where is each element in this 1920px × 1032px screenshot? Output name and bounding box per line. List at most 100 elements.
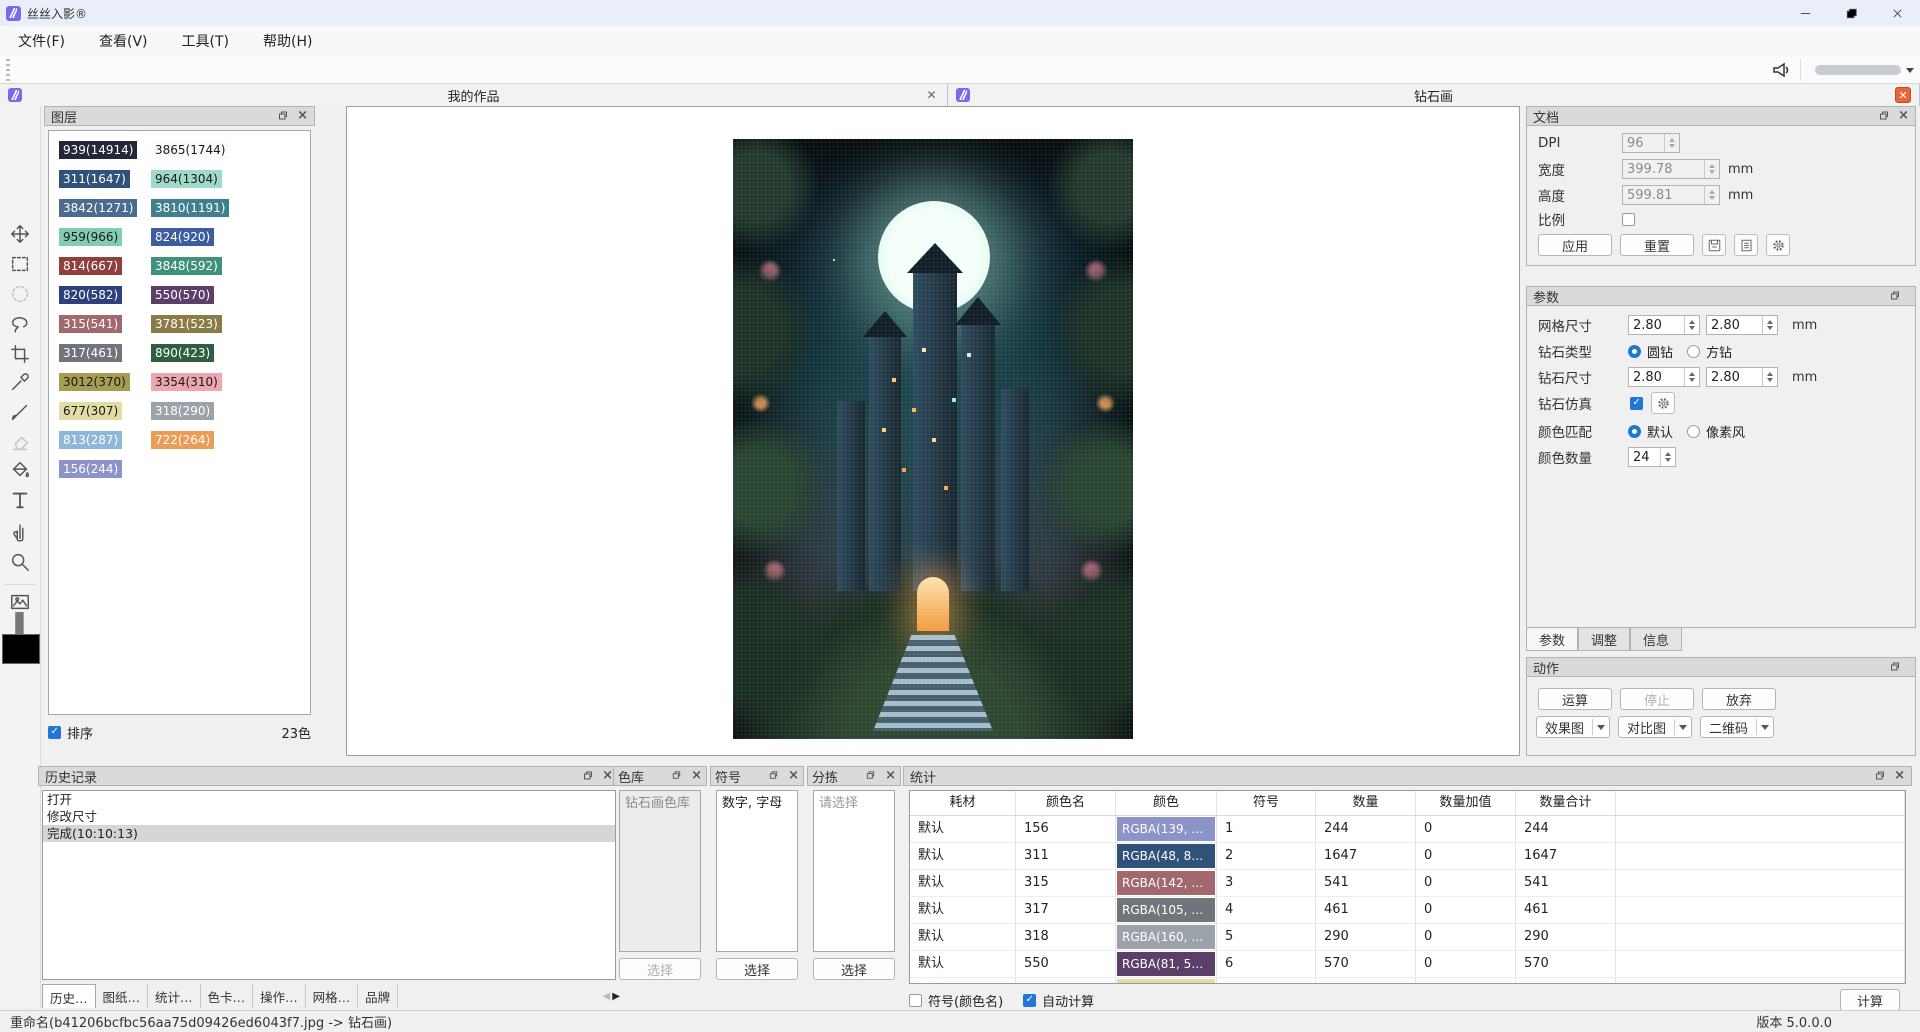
canvas-area[interactable]	[346, 106, 1520, 756]
layer-swatch[interactable]: 311(1647)	[59, 170, 130, 188]
contrast-image-dropdown[interactable]: 对比图	[1618, 716, 1692, 738]
reset-button[interactable]: 重置	[1620, 234, 1694, 256]
layer-swatch[interactable]: 959(966)	[59, 228, 122, 246]
close-panel-icon[interactable]: ×	[691, 770, 702, 782]
history-item[interactable]: 修改尺寸	[43, 808, 615, 825]
announcement-icon[interactable]	[1770, 60, 1792, 80]
history-item[interactable]: 打开	[43, 791, 615, 808]
stats-column-header[interactable]	[1616, 791, 1905, 815]
stats-table-row[interactable]: 默认317RGBA(105, …44610461	[910, 897, 1905, 924]
lasso-tool-icon[interactable]	[8, 312, 32, 336]
list-button[interactable]	[1734, 234, 1758, 256]
zoom-slider[interactable]	[1815, 65, 1901, 75]
float-panel-icon[interactable]	[671, 770, 683, 782]
fill-tool-icon[interactable]	[8, 458, 32, 482]
ellipse-select-tool-icon[interactable]	[8, 282, 32, 306]
close-panel-icon[interactable]: ×	[1894, 770, 1905, 782]
close-panel-icon[interactable]: ×	[602, 770, 613, 782]
ratio-checkbox[interactable]	[1622, 213, 1635, 226]
history-item[interactable]: 完成(10:10:13)	[43, 825, 615, 842]
layer-swatch[interactable]: 3810(1191)	[151, 199, 229, 217]
layer-swatch[interactable]: 317(461)	[59, 344, 122, 362]
tab-my-works[interactable]: 我的作品 ✕	[0, 84, 948, 106]
menu-tools[interactable]: 工具(T)	[172, 28, 239, 54]
symbol-select-button[interactable]: 选择	[716, 958, 798, 980]
diamond-height-spinbox[interactable]: 2.80	[1706, 367, 1778, 387]
layer-swatch[interactable]: 3865(1744)	[151, 141, 229, 159]
float-panel-icon[interactable]	[1874, 770, 1886, 782]
sim-settings-gear-button[interactable]	[1651, 392, 1675, 414]
abandon-button[interactable]: 放弃	[1702, 688, 1776, 710]
dpi-spinbox[interactable]: 96	[1622, 133, 1680, 153]
width-spinbox[interactable]: 399.78	[1622, 159, 1720, 179]
menu-view[interactable]: 查看(V)	[89, 28, 158, 54]
close-panel-icon[interactable]: ×	[885, 770, 896, 782]
grid-height-spinbox[interactable]: 2.80	[1706, 315, 1778, 335]
bottom-dock-tab[interactable]: 品牌	[358, 984, 398, 1008]
stats-table-row[interactable]: 默认318RGBA(160, …52900290	[910, 924, 1905, 951]
rect-select-tool-icon[interactable]	[8, 252, 32, 276]
layer-swatch[interactable]: 3012(370)	[59, 373, 130, 391]
layer-swatch[interactable]: 3848(592)	[151, 257, 222, 275]
bottom-dock-tab[interactable]: 统计…	[148, 984, 201, 1008]
layer-swatch[interactable]: 550(570)	[151, 286, 214, 304]
layer-swatch[interactable]: 964(1304)	[151, 170, 222, 188]
layer-swatch[interactable]: 3354(310)	[151, 373, 222, 391]
foreground-color-swatch[interactable]	[2, 634, 40, 664]
menu-help[interactable]: 帮助(H)	[253, 28, 322, 54]
stats-table-row[interactable]: 默认156RGBA(139, …12440244	[910, 816, 1905, 843]
layer-swatch[interactable]: 722(264)	[151, 431, 214, 449]
bottom-dock-tab[interactable]: 图纸…	[96, 984, 149, 1008]
text-tool-icon[interactable]	[8, 488, 32, 512]
float-panel-icon[interactable]	[582, 770, 594, 782]
tab-diamond-painting[interactable]: 钻石画 ✕	[948, 84, 1920, 106]
float-panel-icon[interactable]	[277, 110, 289, 122]
save-image-button[interactable]	[1702, 234, 1726, 256]
move-tool-icon[interactable]	[8, 222, 32, 246]
apply-button[interactable]: 应用	[1538, 234, 1612, 256]
float-panel-icon[interactable]	[865, 770, 877, 782]
layer-swatch[interactable]: 890(423)	[151, 344, 214, 362]
restore-button[interactable]	[1828, 0, 1874, 26]
sort-checkbox[interactable]	[48, 726, 61, 739]
toolbar-drag-handle[interactable]	[6, 59, 10, 81]
bottom-dock-tab[interactable]: 色卡…	[201, 984, 254, 1008]
colorlib-select-button[interactable]: 选择	[619, 958, 701, 980]
layer-swatch[interactable]: 814(667)	[59, 257, 122, 275]
diamond-sim-checkbox[interactable]	[1630, 397, 1643, 410]
stats-column-header[interactable]: 数量加值	[1416, 791, 1516, 815]
close-button[interactable]	[1874, 0, 1920, 26]
stats-column-header[interactable]: 数量合计	[1516, 791, 1616, 815]
zoom-tool-icon[interactable]	[8, 550, 32, 574]
stats-table-row[interactable]: 默认315RGBA(142, …35410541	[910, 870, 1905, 897]
crop-tool-icon[interactable]	[8, 342, 32, 366]
grid-width-spinbox[interactable]: 2.80	[1628, 315, 1700, 335]
tab-adjust[interactable]: 调整	[1578, 628, 1630, 651]
float-panel-icon[interactable]	[768, 770, 780, 782]
layer-swatch[interactable]: 3781(523)	[151, 315, 222, 333]
run-button[interactable]: 运算	[1538, 688, 1612, 710]
layer-swatch[interactable]: 156(244)	[59, 460, 122, 478]
settings-gear-button[interactable]	[1766, 234, 1790, 256]
calculate-button[interactable]: 计算	[1840, 989, 1900, 1011]
stop-button[interactable]: 停止	[1620, 688, 1694, 710]
close-panel-icon[interactable]: ×	[788, 770, 799, 782]
tab-info[interactable]: 信息	[1630, 628, 1682, 651]
layer-swatch[interactable]: 318(290)	[151, 402, 214, 420]
bottom-dock-tab[interactable]: 历史…	[42, 984, 96, 1008]
scroll-right-icon[interactable]: ▶	[612, 991, 620, 1002]
stats-column-header[interactable]: 颜色名	[1016, 791, 1116, 815]
stats-table-row[interactable]: 默认677RGBA(224, …73070307	[910, 978, 1905, 984]
eyedropper-tool-icon[interactable]	[8, 370, 32, 394]
stats-column-header[interactable]: 数量	[1316, 791, 1416, 815]
qrcode-dropdown[interactable]: 二维码	[1700, 716, 1774, 738]
color-count-spinbox[interactable]: 24	[1628, 447, 1676, 467]
stats-column-header[interactable]: 耗材	[910, 791, 1016, 815]
match-pixel-radio[interactable]	[1687, 425, 1700, 438]
sorting-select-button[interactable]: 选择	[813, 958, 895, 980]
square-diamond-radio[interactable]	[1687, 345, 1700, 358]
close-panel-icon[interactable]: ×	[297, 110, 308, 122]
bottom-dock-tab[interactable]: 网格…	[306, 984, 359, 1008]
more-tools-icon[interactable]: ■ ■ ■	[8, 612, 32, 624]
round-diamond-radio[interactable]	[1628, 345, 1641, 358]
